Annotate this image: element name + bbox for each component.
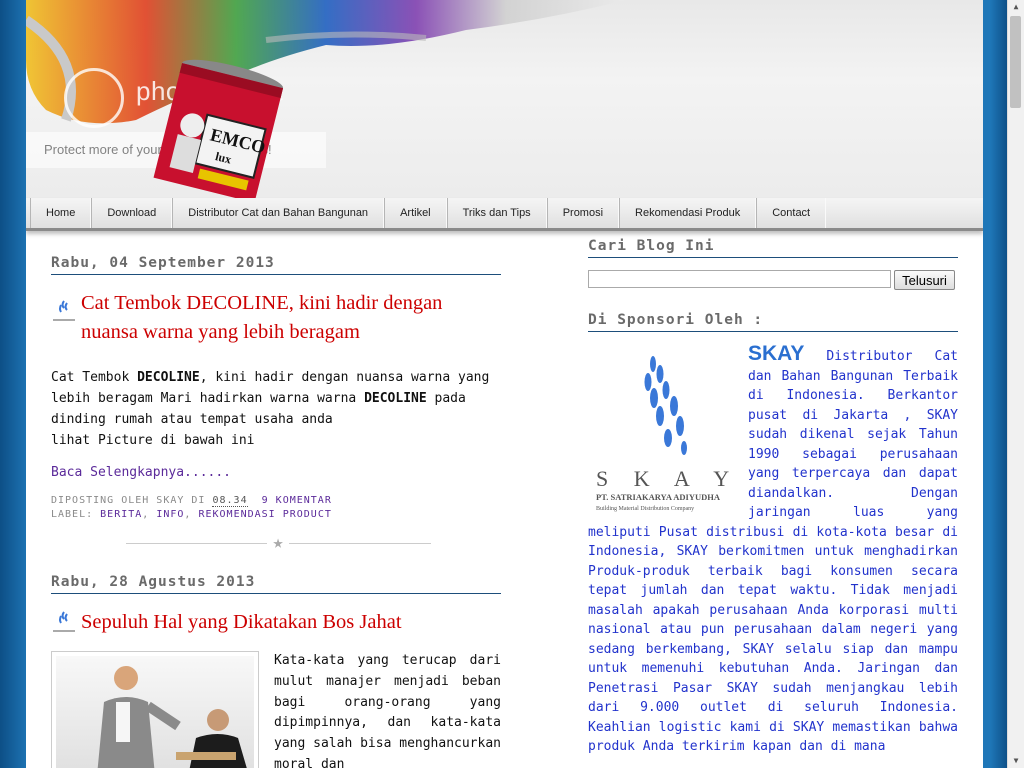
post-title: Cat Tembok DECOLINE, kini hadir dengan n… (51, 289, 501, 347)
label-link[interactable]: INFO (156, 509, 184, 520)
sponsor-widget: S K A Y PT. SATRIAKARYA ADIYUDHA Buildin… (588, 342, 958, 757)
nav-item-home[interactable]: Home (30, 198, 92, 228)
date-header: Rabu, 28 Agustus 2013 (51, 574, 501, 594)
sponsor-logo-company: PT. SATRIAKARYA ADIYUDHA (596, 492, 721, 502)
star-icon: ★ (267, 532, 289, 554)
sponsor-logo-tagline: Building Material Distribution Company (596, 506, 694, 512)
search-button[interactable]: Telusuri (894, 270, 955, 290)
nav-item-download[interactable]: Download (91, 198, 173, 228)
comments-link[interactable]: 9 KOMENTAR (262, 495, 332, 506)
post-title-link[interactable]: Cat Tembok DECOLINE, kini hadir dengan n… (81, 292, 442, 343)
skay-logo-icon: S K A Y PT. SATRIAKARYA ADIYUDHA Buildin… (596, 356, 739, 512)
skay-logo-icon (53, 300, 75, 321)
post-title: Sepuluh Hal yang Dikatakan Bos Jahat (51, 608, 501, 637)
read-more-link[interactable]: Baca Selengkapnya...... (51, 465, 501, 480)
header-banner[interactable]: photobucket Protect more of your memorie… (26, 0, 983, 198)
posted-by-label: DIPOSTING OLEH SKAY DI (51, 495, 206, 506)
post-body-bold: DECOLINE (137, 370, 200, 385)
sponsor-logo-name: S K A Y (596, 466, 739, 491)
post-time-link[interactable]: 08.34 (212, 495, 248, 507)
main-nav: Home Download Distributor Cat dan Bahan … (26, 198, 983, 231)
post-body: Cat Tembok DECOLINE, kini hadir dengan n… (51, 367, 501, 451)
scroll-up-arrow-icon[interactable]: ▲ (1008, 0, 1024, 14)
blog-page: photobucket Protect more of your memorie… (26, 0, 983, 768)
post-body-text: Cat Tembok (51, 370, 138, 385)
post-body-text: lihat Picture di bawah ini (51, 433, 255, 448)
label-link[interactable]: BERITA (100, 509, 142, 520)
post-title-link[interactable]: Sepuluh Hal yang Dikatakan Bos Jahat (81, 611, 402, 633)
photobucket-logo-icon (64, 68, 124, 128)
date-header: Rabu, 04 September 2013 (51, 255, 501, 275)
search-widget-title: Cari Blog Ini (588, 238, 958, 258)
nav-item-distributor[interactable]: Distributor Cat dan Bahan Bangunan (172, 198, 385, 228)
nav-item-rekomendasi[interactable]: Rekomendasi Produk (619, 198, 757, 228)
sponsor-brand: SKAY (748, 342, 805, 365)
nav-item-promosi[interactable]: Promosi (546, 198, 620, 228)
post-body-bold: DECOLINE (364, 391, 427, 406)
post-divider: ★ (51, 532, 501, 554)
post-excerpt: Kata-kata yang terucap dari mulut manaje… (274, 653, 501, 768)
skay-logo-icon (53, 611, 75, 632)
post-body: Kata-kata yang terucap dari mulut manaje… (51, 651, 501, 768)
search-widget: Telusuri (588, 270, 958, 290)
vertical-scrollbar[interactable]: ▲ ▼ (1007, 0, 1024, 768)
post-meta: DIPOSTING OLEH SKAY DI 08.34 9 KOMENTAR … (51, 495, 332, 520)
nav-item-artikel[interactable]: Artikel (384, 198, 447, 228)
sponsor-widget-title: Di Sponsori Oleh : (588, 312, 958, 332)
labels-prefix: LABEL: (51, 509, 94, 520)
main-column: Rabu, 04 September 2013 Cat Tembok DECOL… (51, 255, 501, 768)
scroll-down-arrow-icon[interactable]: ▼ (1008, 754, 1024, 768)
office-people-image (97, 666, 247, 768)
skay-sponsor-logo[interactable]: S K A Y PT. SATRIAKARYA ADIYUDHA Buildin… (588, 344, 740, 514)
post-image[interactable] (51, 651, 259, 768)
scroll-thumb[interactable] (1010, 16, 1021, 108)
nav-item-triks[interactable]: Triks dan Tips (446, 198, 547, 228)
sidebar: Cari Blog Ini Telusuri Di Sponsori Oleh … (588, 238, 958, 757)
nav-item-contact[interactable]: Contact (756, 198, 827, 228)
label-link[interactable]: REKOMENDASI PRODUCT (198, 509, 331, 520)
search-input[interactable] (588, 270, 891, 288)
